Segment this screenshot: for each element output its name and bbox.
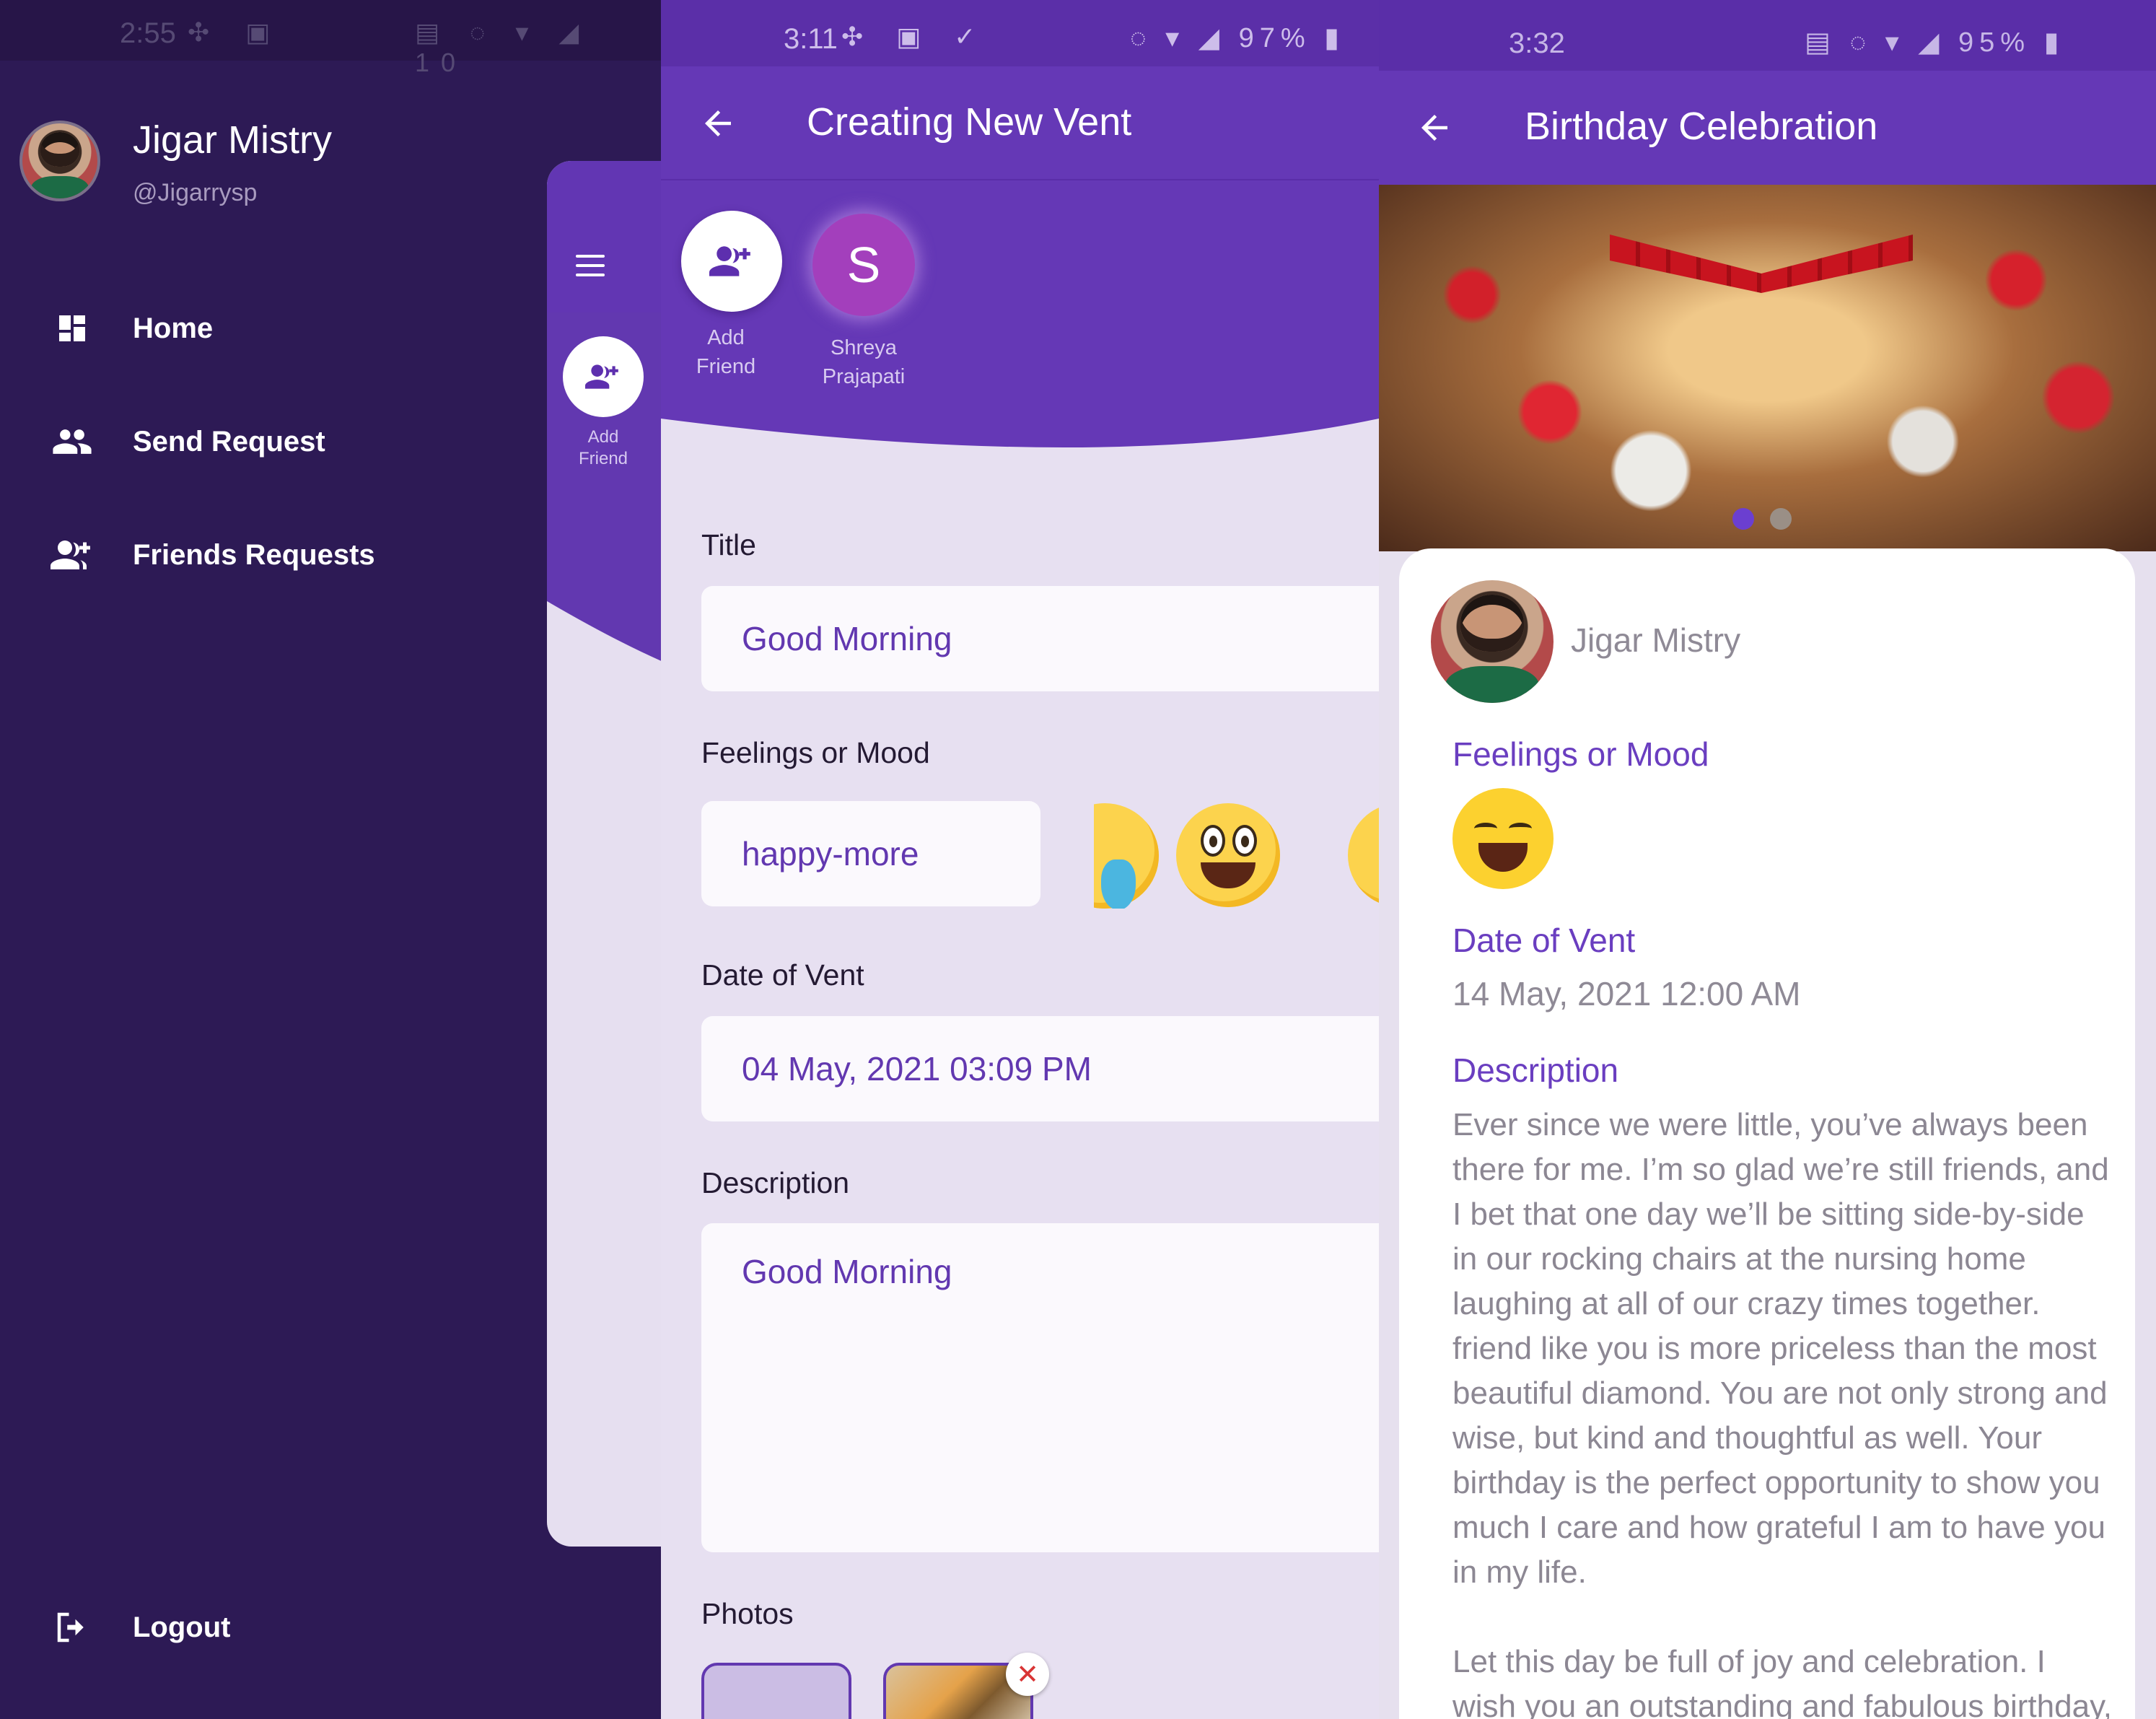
page-title: Creating New Vent (807, 100, 1132, 144)
nav-item-friends-requests[interactable]: Friends Requests (0, 519, 505, 591)
navigation-drawer-screen: 2:55 ✣ ▣ ▤ ◌ ▾ ◢ 10 Jigar Mistry @Jigarr… (0, 0, 661, 1719)
logout-label: Logout (133, 1611, 231, 1643)
crying-emoji-icon[interactable] (1094, 803, 1159, 909)
description-label: Description (701, 1166, 850, 1199)
preview-appbar (547, 161, 661, 312)
add-friend-button[interactable] (681, 211, 782, 312)
app-bar: Birthday Celebration (1379, 71, 2156, 185)
battery-level: 95% (1958, 27, 2031, 58)
description-label: Description (1452, 1051, 1619, 1089)
status-system-icons: ▤ ◌ ▾ ◢ 95% ▮ (1805, 27, 2065, 58)
battery-level: 97% (1238, 23, 1311, 53)
mood-input[interactable]: happy-more (701, 801, 1040, 906)
friend-name-label: Shreya Prajapati (822, 336, 906, 388)
add-photo-button[interactable] (701, 1663, 851, 1719)
page-title: Birthday Celebration (1525, 105, 1878, 148)
nav-item-label: Home (133, 312, 214, 344)
logout-button[interactable]: Logout (0, 1591, 505, 1663)
mood-label: Feelings or Mood (1452, 735, 1709, 773)
drawer-user-handle: @Jigarrysp (133, 179, 258, 206)
add-people-icon (51, 533, 94, 577)
date-label: Date of Vent (1452, 922, 1636, 959)
avatar (1431, 580, 1554, 703)
decoration-banner (1610, 235, 1913, 293)
carousel-indicator (1732, 508, 1792, 530)
people-icon (51, 420, 94, 463)
app-content-preview[interactable]: Add Friend (547, 161, 661, 1547)
carousel-dot[interactable] (1770, 508, 1792, 530)
smiling-emoji-icon[interactable] (1348, 803, 1379, 907)
photos-label: Photos (701, 1597, 794, 1630)
photo-carousel[interactable] (1379, 185, 2156, 551)
status-bar: 3:32 ▤ ◌ ▾ ◢ 95% ▮ (1379, 0, 2156, 71)
app-bar: Creating New Vent (661, 66, 1379, 180)
status-system-icons: ▤ ◌ ▾ ◢ 10 (415, 17, 591, 77)
add-friend-label: Add Friend (578, 427, 628, 468)
title-input[interactable]: Good Morning (701, 586, 1379, 691)
status-time: 3:11 (784, 23, 838, 55)
status-system-icons: ◌ ▾ ◢ 97% ▮ (1130, 23, 1346, 53)
title-label: Title (701, 528, 756, 561)
carousel-dot-active[interactable] (1732, 508, 1754, 530)
description-text: Ever since we were little, you’ve always… (1452, 1107, 2113, 1719)
add-friend-button[interactable] (563, 336, 644, 417)
vent-detail-screen: 3:32 ▤ ◌ ▾ ◢ 95% ▮ Birthday Celebration … (1379, 0, 2156, 1719)
happy-emoji-icon[interactable] (1176, 803, 1280, 907)
status-time: 3:32 (1509, 27, 1565, 59)
back-arrow-icon[interactable] (1415, 108, 1454, 147)
date-label: Date of Vent (701, 958, 864, 992)
status-notification-icons: ✣ ▣ (188, 17, 285, 47)
vent-detail-card: Jigar Mistry Feelings or Mood Date of Ve… (1399, 548, 2135, 1719)
menu-icon[interactable] (576, 255, 605, 276)
description-textarea[interactable]: Good Morning (701, 1223, 1379, 1552)
status-time: 2:55 (120, 17, 176, 49)
back-arrow-icon[interactable] (698, 104, 737, 143)
remove-photo-icon[interactable]: ✕ (1006, 1653, 1049, 1696)
friend-avatar-shreya[interactable]: S (812, 214, 915, 316)
add-friend-label: Add Friend (696, 326, 756, 378)
dashboard-icon (51, 307, 94, 350)
party-emoji-icon (1452, 788, 1554, 889)
nav-item-send-request[interactable]: Send Request (0, 406, 505, 478)
nav-item-label: Friends Requests (133, 538, 375, 571)
status-bar: 2:55 ✣ ▣ ▤ ◌ ▾ ◢ 10 (0, 0, 661, 77)
status-notification-icons: ✣ ▣ ✓ (841, 22, 989, 51)
avatar[interactable] (19, 121, 100, 201)
logout-icon (51, 1606, 94, 1649)
add-people-icon (585, 364, 618, 389)
drawer-user-name: Jigar Mistry (133, 118, 333, 162)
add-people-icon (709, 246, 750, 276)
author-name: Jigar Mistry (1571, 621, 1741, 659)
nav-item-label: Send Request (133, 425, 325, 458)
mood-label: Feelings or Mood (701, 736, 930, 769)
create-vent-screen: 3:11 ✣ ▣ ✓ ◌ ▾ ◢ 97% ▮ Creating New Vent… (661, 0, 1379, 1719)
status-bar: 3:11 ✣ ▣ ✓ ◌ ▾ ◢ 97% ▮ (661, 0, 1379, 66)
date-picker-field[interactable]: 04 May, 2021 03:09 PM (701, 1016, 1379, 1121)
date-value: 14 May, 2021 12:00 AM (1452, 975, 1801, 1012)
nav-item-home[interactable]: Home (0, 292, 505, 364)
